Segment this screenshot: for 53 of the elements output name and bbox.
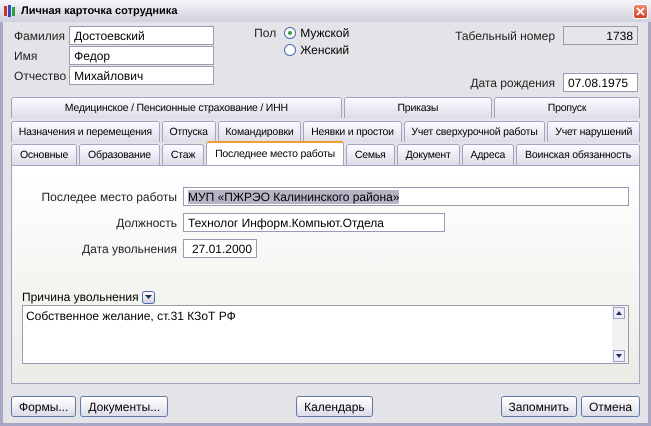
radio-button[interactable]	[284, 44, 296, 56]
input-field[interactable]: Технолог Информ.Компьют.Отдела	[183, 213, 445, 232]
button[interactable]: Документы...	[80, 396, 168, 417]
button[interactable]: Запомнить	[500, 396, 577, 417]
field-label: Имя	[14, 48, 38, 62]
radio-button[interactable]	[284, 27, 296, 39]
field-label: Фамилия	[14, 28, 66, 42]
input-field[interactable]: Михайлович	[69, 66, 214, 85]
field-label: Дата рождения	[470, 76, 555, 90]
button[interactable]: Календарь	[296, 396, 373, 417]
tab[interactable]: Приказы	[344, 97, 492, 118]
tab[interactable]: Адреса	[462, 144, 514, 165]
tab[interactable]: Последнее место работы	[206, 141, 344, 165]
tab[interactable]: Пропуск	[494, 97, 640, 118]
tab[interactable]: Отпуска	[162, 121, 216, 142]
scroll-up-icon[interactable]	[613, 307, 625, 319]
input-field[interactable]: Федор	[69, 46, 214, 65]
radio-label: Мужской	[300, 26, 350, 40]
button[interactable]: Формы...	[11, 396, 76, 417]
tab[interactable]: Неявки и простои	[303, 121, 402, 142]
app-icon	[3, 4, 17, 18]
tab[interactable]: Образование	[79, 144, 160, 165]
field-label: Причина увольнения	[22, 290, 139, 304]
button[interactable]: Отмена	[580, 396, 640, 417]
field-label: Отчество	[14, 68, 66, 82]
tab[interactable]: Документ	[396, 144, 460, 165]
tab[interactable]: Назначения и перемещения	[11, 121, 160, 142]
tab[interactable]: Учет нарушений	[547, 121, 640, 142]
input-field[interactable]: 07.08.1975	[563, 73, 638, 92]
close-button[interactable]	[633, 4, 648, 18]
input-field[interactable]: Достоевский	[69, 26, 214, 45]
field-label: Дата увольнения	[81, 242, 177, 256]
tab[interactable]: Командировки	[218, 121, 302, 142]
tab[interactable]: Семья	[346, 144, 395, 165]
tab[interactable]: Медицинское / Пенсионные страхование / ИНН	[11, 97, 342, 118]
tab[interactable]: Стаж	[162, 144, 204, 165]
field-label: Должность	[115, 216, 177, 230]
field-label: Пол	[254, 26, 276, 40]
tab[interactable]: Воинская обязанность	[516, 144, 640, 165]
dropdown-button[interactable]	[142, 290, 155, 304]
scroll-down-icon[interactable]	[613, 350, 625, 362]
field-label: Последее место работы	[40, 190, 177, 204]
window-title: Личная карточка сотрудника	[21, 5, 178, 17]
tab[interactable]: Основные	[11, 144, 78, 165]
input-field[interactable]: МУП «ПЖРЭО Калининского района»	[183, 187, 629, 206]
caret-icon	[144, 295, 152, 299]
input-field[interactable]: 27.01.2000	[183, 239, 257, 258]
input-field[interactable]: 1738	[563, 26, 638, 45]
radio-label: Женский	[300, 43, 350, 57]
close-icon	[636, 6, 645, 16]
field-label: Табельный номер	[455, 28, 555, 42]
text-area[interactable]: Собственное желание, ст.31 КЗоТ РФ	[22, 305, 629, 364]
tab[interactable]: Учет сверхурочной работы	[404, 121, 546, 142]
